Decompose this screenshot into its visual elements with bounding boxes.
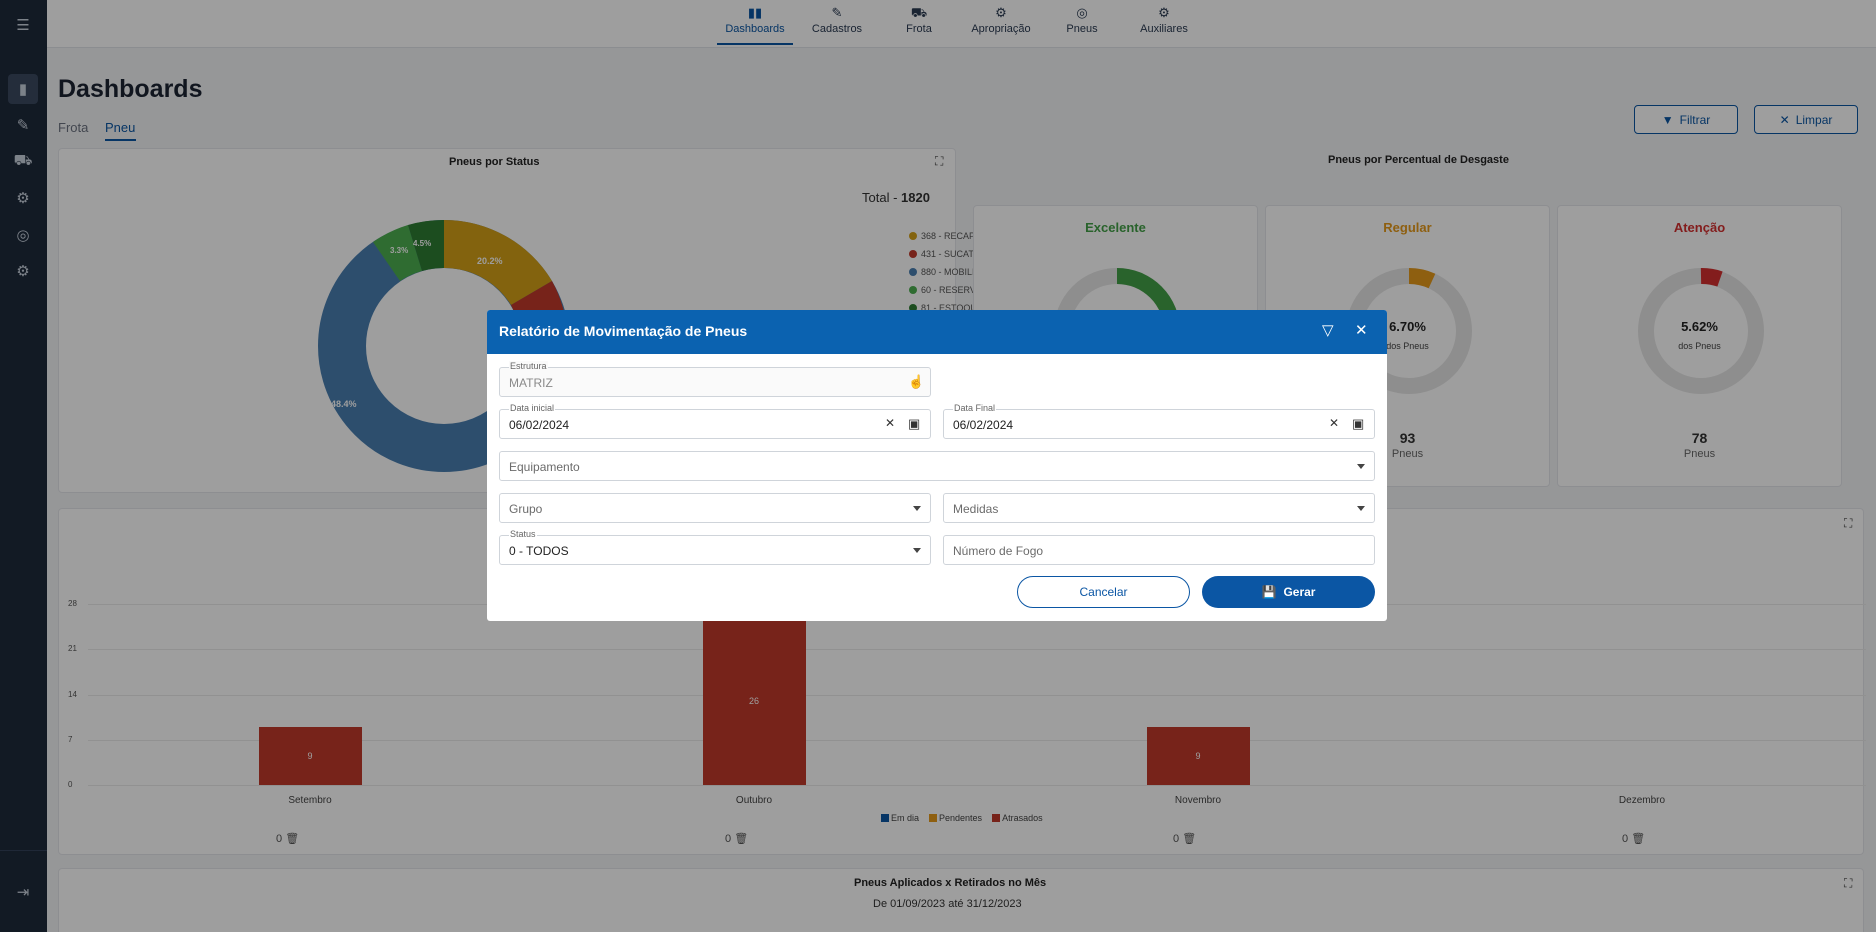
numero-fogo-input[interactable]: Número de Fogo bbox=[943, 535, 1375, 565]
clear-icon[interactable]: ✕ bbox=[1329, 416, 1339, 430]
data-inicial-field[interactable]: Data inicial 06/02/2024 ✕ ▣ bbox=[499, 403, 931, 439]
numero-fogo-placeholder: Número de Fogo bbox=[953, 544, 1044, 558]
modal-header: Relatório de Movimentação de Pneus ▽ ✕ bbox=[487, 310, 1387, 354]
data-final-field[interactable]: Data Final 06/02/2024 ✕ ▣ bbox=[943, 403, 1375, 439]
calendar-icon[interactable]: ▣ bbox=[908, 416, 920, 432]
grupo-placeholder: Grupo bbox=[509, 502, 543, 516]
data-final-value: 06/02/2024 bbox=[953, 418, 1014, 432]
chevron-down-icon bbox=[1357, 506, 1365, 511]
close-icon[interactable]: ✕ bbox=[1355, 321, 1368, 339]
modal-title: Relatório de Movimentação de Pneus bbox=[499, 323, 748, 339]
medidas-select[interactable]: Medidas bbox=[943, 493, 1375, 523]
status-value: 0 - TODOS bbox=[509, 544, 569, 558]
status-label: Status bbox=[509, 529, 537, 539]
data-inicial-value: 06/02/2024 bbox=[509, 418, 570, 432]
report-modal: Relatório de Movimentação de Pneus ▽ ✕ E… bbox=[487, 310, 1387, 621]
medidas-placeholder: Medidas bbox=[953, 502, 999, 516]
chevron-down-icon bbox=[913, 506, 921, 511]
estrutura-field[interactable]: Estrutura MATRIZ ☝ bbox=[499, 361, 931, 397]
calendar-icon[interactable]: ▣ bbox=[1352, 416, 1364, 432]
generate-button-label: Gerar bbox=[1283, 585, 1316, 599]
status-select[interactable]: Status 0 - TODOS bbox=[499, 529, 931, 565]
generate-button[interactable]: 💾 Gerar bbox=[1202, 576, 1375, 608]
chevron-down-icon bbox=[1357, 464, 1365, 469]
equipamento-placeholder: Equipamento bbox=[509, 460, 580, 474]
filter-icon[interactable]: ▽ bbox=[1322, 321, 1334, 339]
equipamento-select[interactable]: Equipamento bbox=[499, 451, 1375, 481]
clear-icon[interactable]: ✕ bbox=[885, 416, 895, 430]
cancel-button-label: Cancelar bbox=[1079, 585, 1128, 599]
data-inicial-label: Data inicial bbox=[509, 403, 556, 413]
estrutura-label: Estrutura bbox=[509, 361, 548, 371]
cancel-button[interactable]: Cancelar bbox=[1017, 576, 1190, 608]
chevron-down-icon bbox=[913, 548, 921, 553]
estrutura-value: MATRIZ bbox=[509, 376, 553, 390]
data-final-label: Data Final bbox=[953, 403, 997, 413]
grupo-select[interactable]: Grupo bbox=[499, 493, 931, 523]
hand-pointer-icon[interactable]: ☝ bbox=[908, 374, 924, 390]
save-icon: 💾 bbox=[1261, 585, 1277, 599]
